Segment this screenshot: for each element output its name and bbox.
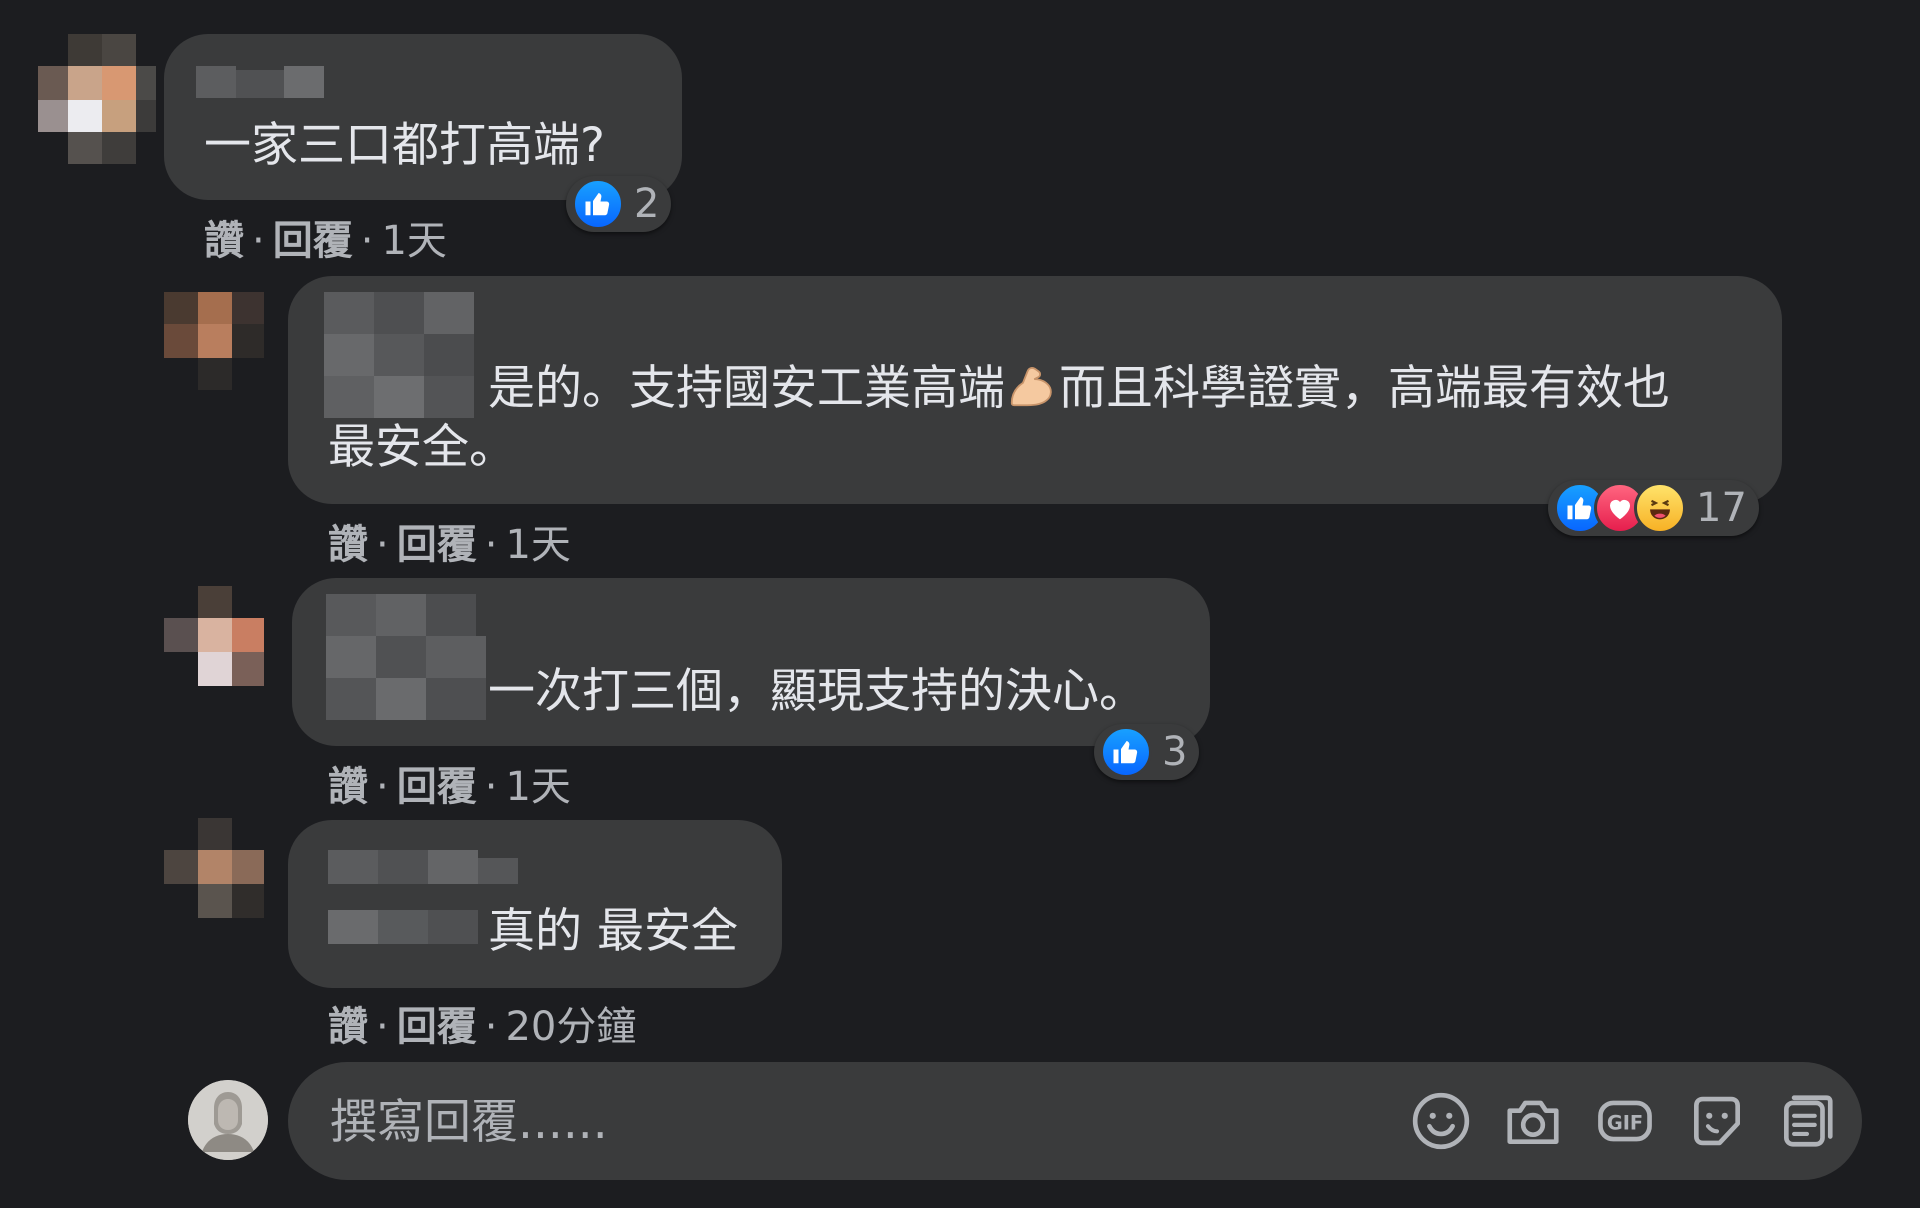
commenter-avatar[interactable] bbox=[164, 818, 264, 918]
comment-text: 最安全。 bbox=[328, 420, 516, 475]
comment-actions: 讚 · 回覆 · 1天 bbox=[328, 764, 571, 810]
like-reaction-icon bbox=[1100, 726, 1152, 778]
reply-link[interactable]: 回覆 bbox=[397, 1004, 477, 1050]
comment-text: 一次打三個，顯現支持的決心。 bbox=[488, 664, 1146, 719]
reaction-count: 17 bbox=[1696, 485, 1747, 531]
reply-composer: GIF bbox=[288, 1062, 1862, 1180]
comment-text-part: 而且科學證實，高端最有效也 bbox=[1059, 361, 1670, 416]
reaction-count: 2 bbox=[634, 181, 660, 227]
reply-link[interactable]: 回覆 bbox=[273, 218, 353, 264]
like-reaction-icon bbox=[572, 178, 624, 230]
like-link[interactable]: 讚 bbox=[328, 764, 368, 810]
reply-input[interactable] bbox=[328, 1086, 1232, 1158]
emoji-icon[interactable] bbox=[1410, 1090, 1472, 1152]
reply-link[interactable]: 回覆 bbox=[397, 764, 477, 810]
timestamp[interactable]: 20分鐘 bbox=[505, 1004, 636, 1050]
camera-icon[interactable] bbox=[1502, 1090, 1564, 1152]
reaction-summary[interactable]: 3 bbox=[1094, 724, 1200, 780]
comment-actions: 讚 · 回覆 · 1天 bbox=[328, 522, 571, 568]
like-link[interactable]: 讚 bbox=[328, 522, 368, 568]
reply-link[interactable]: 回覆 bbox=[397, 522, 477, 568]
comment-actions: 讚 · 回覆 · 20分鐘 bbox=[328, 1004, 637, 1050]
haha-reaction-icon bbox=[1634, 482, 1686, 534]
reaction-summary[interactable]: 2 bbox=[566, 176, 672, 232]
user-silhouette-icon bbox=[188, 1080, 268, 1160]
commenter-name-blurred[interactable] bbox=[196, 66, 326, 98]
commenter-avatar[interactable] bbox=[38, 34, 156, 164]
comment-actions: 讚 · 回覆 · 1天 bbox=[204, 218, 447, 264]
commenter-avatar[interactable] bbox=[164, 292, 264, 390]
avatar-sticker-icon[interactable] bbox=[1776, 1090, 1838, 1152]
comment-text: 是的。支持國安工業高端 而且科學證實，高端最有效也 bbox=[488, 358, 1670, 427]
commenter-name-blurred[interactable] bbox=[326, 594, 486, 720]
current-user-avatar[interactable] bbox=[188, 1080, 268, 1160]
reaction-count: 3 bbox=[1162, 729, 1188, 775]
comment-text-part: 是的。支持國安工業高端 bbox=[488, 361, 1005, 416]
muscle-emoji-icon bbox=[1005, 358, 1059, 427]
commenter-name-blurred[interactable] bbox=[324, 292, 474, 418]
like-link[interactable]: 讚 bbox=[328, 1004, 368, 1050]
sticker-icon[interactable] bbox=[1686, 1090, 1748, 1152]
timestamp[interactable]: 1天 bbox=[505, 764, 570, 810]
comment-text: 一家三口都打高端? bbox=[204, 118, 605, 173]
reaction-summary[interactable]: 17 bbox=[1548, 480, 1759, 536]
timestamp[interactable]: 1天 bbox=[505, 522, 570, 568]
like-link[interactable]: 讚 bbox=[204, 218, 244, 264]
timestamp[interactable]: 1天 bbox=[381, 218, 446, 264]
gif-icon[interactable]: GIF bbox=[1594, 1090, 1656, 1152]
commenter-avatar[interactable] bbox=[164, 586, 264, 686]
comment-text: 真的 最安全 bbox=[488, 904, 738, 959]
svg-text:GIF: GIF bbox=[1607, 1111, 1643, 1134]
